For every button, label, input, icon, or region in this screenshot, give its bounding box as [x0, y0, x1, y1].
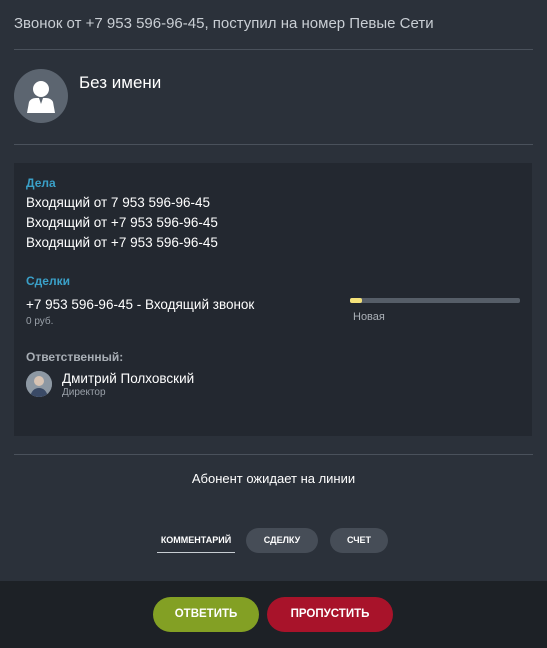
contact-name[interactable]: Без имени: [79, 73, 161, 93]
task-item[interactable]: Входящий от 7 953 596-96-45: [26, 195, 210, 210]
responsible-avatar: [26, 371, 52, 397]
crm-info-card: Дела Входящий от 7 953 596-96-45 Входящи…: [14, 163, 532, 436]
divider: [14, 49, 533, 50]
contact-avatar: [14, 69, 68, 123]
deals-section-label: Сделки: [26, 274, 70, 288]
tab-invoice[interactable]: СЧЕТ: [330, 528, 388, 553]
task-item[interactable]: Входящий от +7 953 596-96-45: [26, 235, 218, 250]
responsible-role: Директор: [62, 387, 106, 398]
divider: [14, 144, 533, 145]
deal-stage-label: Новая: [353, 311, 385, 323]
responsible-name[interactable]: Дмитрий Полховский: [62, 371, 194, 386]
deal-title[interactable]: +7 953 596-96-45 - Входящий звонок: [26, 297, 254, 312]
responsible-label: Ответственный:: [26, 350, 124, 364]
answer-button[interactable]: ОТВЕТИТЬ: [153, 597, 259, 632]
deal-amount: 0 руб.: [26, 316, 54, 327]
tab-comment[interactable]: КОММЕНТАРИЙ: [157, 528, 235, 553]
tasks-section-label: Дела: [26, 176, 56, 190]
divider: [14, 454, 533, 455]
task-item[interactable]: Входящий от +7 953 596-96-45: [26, 215, 218, 230]
deal-stage-progress: [350, 298, 520, 303]
person-silhouette-icon: [27, 81, 55, 113]
call-title: Звонок от +7 953 596-96-45, поступил на …: [14, 15, 434, 32]
person-photo-icon: [26, 371, 52, 397]
call-actions-footer: ОТВЕТИТЬ ПРОПУСТИТЬ: [0, 581, 547, 648]
tab-deal[interactable]: СДЕЛКУ: [246, 528, 318, 553]
call-status: Абонент ожидает на линии: [191, 471, 356, 486]
skip-button[interactable]: ПРОПУСТИТЬ: [267, 597, 393, 632]
deal-stage-progress-fill: [350, 298, 362, 303]
